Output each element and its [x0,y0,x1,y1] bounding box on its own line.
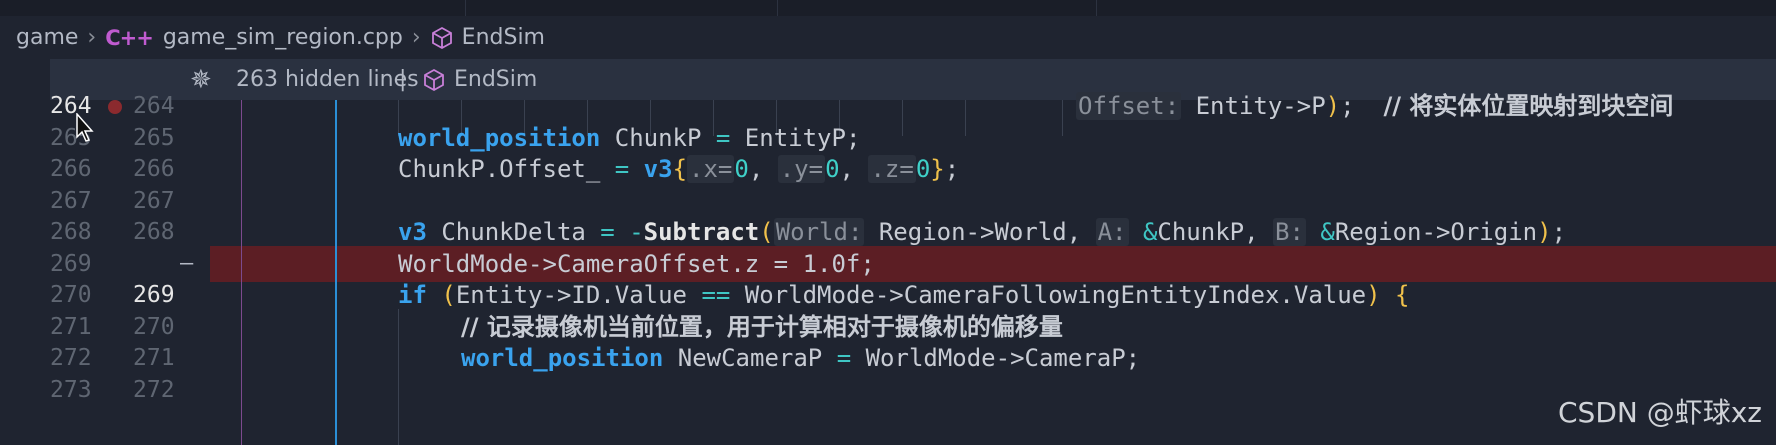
old-line-number: 270 [50,282,92,308]
code-token: Subtract [643,218,760,246]
old-line-number: 268 [50,219,92,245]
old-line-number: 266 [50,156,92,182]
code-comment: // 将实体位置映射到块空间 [1383,92,1674,120]
chevron-right-icon: › [87,25,97,50]
code-token: Entity->ID.Value [455,281,702,309]
indent-guide [241,100,242,445]
param-hint: .x= [687,155,735,183]
code-line-264: Offset: Entity->P); // 将实体位置映射到块空间 [1076,88,1776,124]
code-token: v3 [643,155,673,183]
breadcrumb-file[interactable]: game_sim_region.cpp [163,25,403,50]
code-token: { [1380,281,1410,309]
param-hint: .y= [777,155,826,183]
old-line-number: 273 [50,377,92,403]
code-line-268: v3 ChunkDelta = -Subtract(World: Region-… [398,214,1768,250]
code-token: ChunkP.Offset_ [398,155,615,183]
code-token: Region->World, [864,218,1096,246]
new-line-number: 271 [133,345,175,371]
code-token: = [715,124,731,152]
symbol-method-icon [431,26,452,49]
new-line-number: 272 [133,377,175,403]
param-hint: A: [1095,218,1129,246]
code-token: , [839,155,869,183]
code-comment: // 记录摄像机当前位置，用于计算相对于摄像机的偏移量 [461,313,1063,341]
param-hint: World: [773,218,865,246]
symbol-method-icon [424,68,444,91]
code-token: if [398,281,427,309]
code-token: ChunkP, [1157,218,1273,246]
code-token: 0 [734,155,749,183]
code-token: ) [1366,281,1381,309]
tab-strip [0,0,1776,16]
tab-divider [1096,0,1097,16]
code-token: ; [1551,218,1567,246]
sticky-separator: | [399,67,407,92]
code-token: world_position [398,124,601,152]
code-editor[interactable]: Offset: Entity->P); // 将实体位置映射到块空间 world… [210,92,1776,445]
code-token: Entity->P [1195,92,1326,120]
editor-window: game › C++ game_sim_region.cpp › EndSim … [0,0,1776,445]
unfold-icon[interactable]: ✵ [190,67,216,93]
tab-divider [465,0,466,16]
param-hint: B: [1273,218,1306,246]
code-line-266: ChunkP.Offset_ = v3{.x=0, .y=0, .z=0}; [398,151,1698,187]
breadcrumb: game › C++ game_sim_region.cpp › EndSim [0,16,1776,59]
code-token: & [1128,218,1158,246]
code-token: ( [759,218,774,246]
code-token: - [614,218,644,246]
code-token: ) [1537,218,1552,246]
code-token: 0 [825,155,840,183]
code-token: ChunkDelta [426,218,601,246]
line-number-gutter[interactable]: 264 264 265 265 266 266 267 267 268 268 … [0,93,210,445]
param-hint: .z= [868,155,916,183]
code-token: ; [1340,92,1355,120]
code-token: WorldMode->CameraOffset.z = 1.0f; [398,250,875,278]
mouse-cursor-icon [76,113,94,142]
chevron-right-icon: › [411,25,421,50]
code-token: ) [1325,92,1341,120]
indent-guide [398,309,399,445]
code-token: , [748,155,778,183]
new-line-number: 268 [133,219,175,245]
code-token: EntityP; [730,124,861,152]
tab-divider [777,0,778,16]
code-token: } [930,155,945,183]
code-token: & [1305,218,1335,246]
new-line-number: 264 [133,93,175,119]
code-token: ( [426,281,456,309]
code-line-272: world_position NewCameraP = WorldMode->C… [461,340,1761,376]
breadcrumb-folder[interactable]: game [16,25,78,50]
deleted-line-marker: — [180,251,194,276]
code-token: NewCameraP [663,344,837,372]
code-token: == [701,281,731,309]
sticky-symbol-label: EndSim [454,67,538,92]
code-token: { [672,155,688,183]
code-token: ChunkP [600,124,716,152]
code-token: = [836,344,852,372]
cpp-file-icon: C++ [105,25,154,50]
code-token: v3 [398,218,427,246]
breadcrumb-symbol[interactable]: EndSim [462,25,545,50]
code-token: world_position [461,344,664,372]
new-line-number: 269 [133,282,175,308]
old-line-number: 272 [50,345,92,371]
breakpoint-icon[interactable] [108,100,122,114]
code-token: Region->Origin [1334,218,1538,246]
code-token: = [600,218,615,246]
code-token: WorldMode->CameraP; [851,344,1141,372]
indent-guide-active [335,100,337,445]
param-hint: Offset: [1076,92,1182,120]
new-line-number: 266 [133,156,175,182]
code-token: WorldMode->CameraFollowingEntityIndex.Va… [730,281,1367,309]
watermark: CSDN @虾球xz [1558,396,1762,429]
code-line-270: if (Entity->ID.Value == WorldMode->Camer… [398,277,1698,313]
code-token: = [614,155,630,183]
sticky-symbol[interactable]: EndSim [422,67,537,92]
code-token: 0 [915,155,931,183]
hidden-lines-label: 263 hidden lines [236,67,419,92]
code-token: ; [944,155,960,183]
